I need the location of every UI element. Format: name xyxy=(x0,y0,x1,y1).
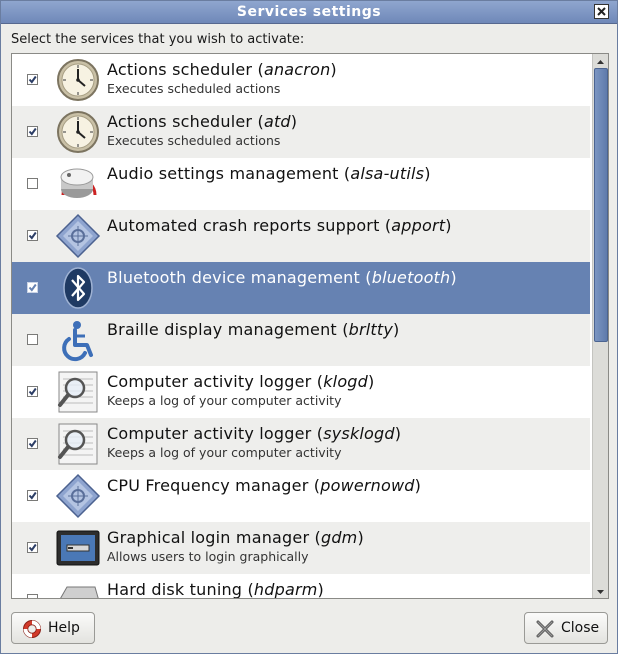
service-name: Hard disk tuning xyxy=(107,580,243,598)
service-title: Computer activity logger (sysklogd) xyxy=(107,424,402,443)
clock-icon xyxy=(55,57,101,103)
scroll-down-arrow[interactable] xyxy=(593,584,608,598)
instruction-label: Select the services that you wish to act… xyxy=(11,32,305,47)
service-package: klogd xyxy=(323,372,369,391)
service-checkbox[interactable] xyxy=(27,178,38,189)
service-title: Actions scheduler (atd) xyxy=(107,112,298,131)
help-button[interactable]: Help xyxy=(11,612,95,644)
close-x-icon xyxy=(536,620,554,638)
check-mark-icon xyxy=(28,543,37,552)
check-mark-icon xyxy=(28,75,37,84)
service-row[interactable]: Bluetooth device management (bluetooth) xyxy=(12,262,590,314)
service-name: Bluetooth device management xyxy=(107,268,360,287)
services-list: Actions scheduler (anacron) Executes sche… xyxy=(12,54,590,598)
scroll-up-arrow[interactable] xyxy=(593,54,608,68)
service-description: Allows users to login graphically xyxy=(107,549,309,564)
service-title: Graphical login manager (gdm) xyxy=(107,528,364,547)
service-title: Bluetooth device management (bluetooth) xyxy=(107,268,457,287)
service-row[interactable]: Braille display management (brltty) xyxy=(12,314,590,366)
service-row[interactable]: Graphical login manager (gdm) Allows user… xyxy=(12,522,590,574)
arrow-up-icon xyxy=(597,60,604,64)
service-description: Keeps a log of your computer activity xyxy=(107,445,342,460)
service-checkbox[interactable] xyxy=(27,334,38,345)
log-viewer-icon xyxy=(55,369,101,415)
service-title: Computer activity logger (klogd) xyxy=(107,372,375,391)
service-description: Executes scheduled actions xyxy=(107,133,281,148)
help-button-label: Help xyxy=(48,620,80,636)
service-row[interactable]: Actions scheduler (anacron) Executes sche… xyxy=(12,54,590,106)
check-mark-icon xyxy=(28,127,37,136)
service-name: CPU Frequency manager xyxy=(107,476,309,495)
service-package: hdparm xyxy=(253,580,318,598)
scrollbar-thumb[interactable] xyxy=(594,68,608,342)
service-title: Audio settings management (alsa-utils) xyxy=(107,164,431,183)
service-package: sysklogd xyxy=(323,424,395,443)
service-package: atd xyxy=(263,112,291,131)
window-close-button[interactable] xyxy=(594,4,609,19)
close-button[interactable]: Close xyxy=(524,612,608,644)
check-mark-icon xyxy=(28,439,37,448)
service-row[interactable]: Computer activity logger (sysklogd) Keeps… xyxy=(12,418,590,470)
arrow-down-icon xyxy=(597,590,604,594)
window-title: Services settings xyxy=(236,4,382,20)
lifebuoy-icon xyxy=(23,620,41,638)
service-package: apport xyxy=(391,216,446,235)
service-row[interactable]: Actions scheduler (atd) Executes schedule… xyxy=(12,106,590,158)
service-title: Hard disk tuning (hdparm) xyxy=(107,580,324,598)
bluetooth-icon xyxy=(55,265,101,311)
service-package: powernowd xyxy=(320,476,415,495)
service-title: Actions scheduler (anacron) xyxy=(107,60,337,79)
service-description: Executes scheduled actions xyxy=(107,81,281,96)
service-row[interactable]: CPU Frequency manager (powernowd) xyxy=(12,470,590,522)
service-name: Computer activity logger xyxy=(107,372,312,391)
close-icon xyxy=(597,7,606,16)
service-title: Automated crash reports support (apport) xyxy=(107,216,452,235)
service-checkbox[interactable] xyxy=(27,230,38,241)
system-diamond-icon xyxy=(55,473,101,519)
service-checkbox[interactable] xyxy=(27,74,38,85)
clock-icon xyxy=(55,109,101,155)
service-name: Actions scheduler xyxy=(107,60,253,79)
login-screen-icon xyxy=(55,525,101,571)
service-checkbox[interactable] xyxy=(27,490,38,501)
service-title: Braille display management (brltty) xyxy=(107,320,400,339)
service-description: Keeps a log of your computer activity xyxy=(107,393,342,408)
service-name: Graphical login manager xyxy=(107,528,310,547)
service-name: Actions scheduler xyxy=(107,112,253,131)
service-name: Computer activity logger xyxy=(107,424,312,443)
service-package: gdm xyxy=(320,528,358,547)
check-mark-icon xyxy=(28,491,37,500)
service-package: anacron xyxy=(263,60,331,79)
service-checkbox[interactable] xyxy=(27,594,38,598)
service-row[interactable]: Hard disk tuning (hdparm) xyxy=(12,574,590,598)
service-row[interactable]: Computer activity logger (klogd) Keeps a … xyxy=(12,366,590,418)
log-viewer-icon xyxy=(55,421,101,467)
service-package: brltty xyxy=(348,320,394,339)
service-row[interactable]: Audio settings management (alsa-utils) xyxy=(12,158,590,210)
accessibility-icon xyxy=(55,317,101,363)
service-name: Audio settings management xyxy=(107,164,339,183)
service-checkbox[interactable] xyxy=(27,282,38,293)
check-mark-icon xyxy=(28,387,37,396)
close-button-label: Close xyxy=(561,620,600,636)
titlebar[interactable]: Services settings xyxy=(1,1,617,24)
service-name: Braille display management xyxy=(107,320,337,339)
service-checkbox[interactable] xyxy=(27,386,38,397)
service-checkbox[interactable] xyxy=(27,542,38,553)
service-title: CPU Frequency manager (powernowd) xyxy=(107,476,422,495)
service-package: bluetooth xyxy=(371,268,451,287)
check-mark-icon xyxy=(28,231,37,240)
service-row[interactable]: Automated crash reports support (apport) xyxy=(12,210,590,262)
service-package: alsa-utils xyxy=(350,164,425,183)
system-diamond-icon xyxy=(55,213,101,259)
services-list-frame: Actions scheduler (anacron) Executes sche… xyxy=(11,53,609,599)
service-checkbox[interactable] xyxy=(27,126,38,137)
check-mark-icon xyxy=(28,283,37,292)
service-name: Automated crash reports support xyxy=(107,216,380,235)
service-checkbox[interactable] xyxy=(27,438,38,449)
volume-knob-icon xyxy=(55,161,101,207)
services-settings-window: Services settings Select the services th… xyxy=(0,0,618,654)
hard-disk-icon xyxy=(55,577,101,598)
vertical-scrollbar[interactable] xyxy=(592,54,608,598)
